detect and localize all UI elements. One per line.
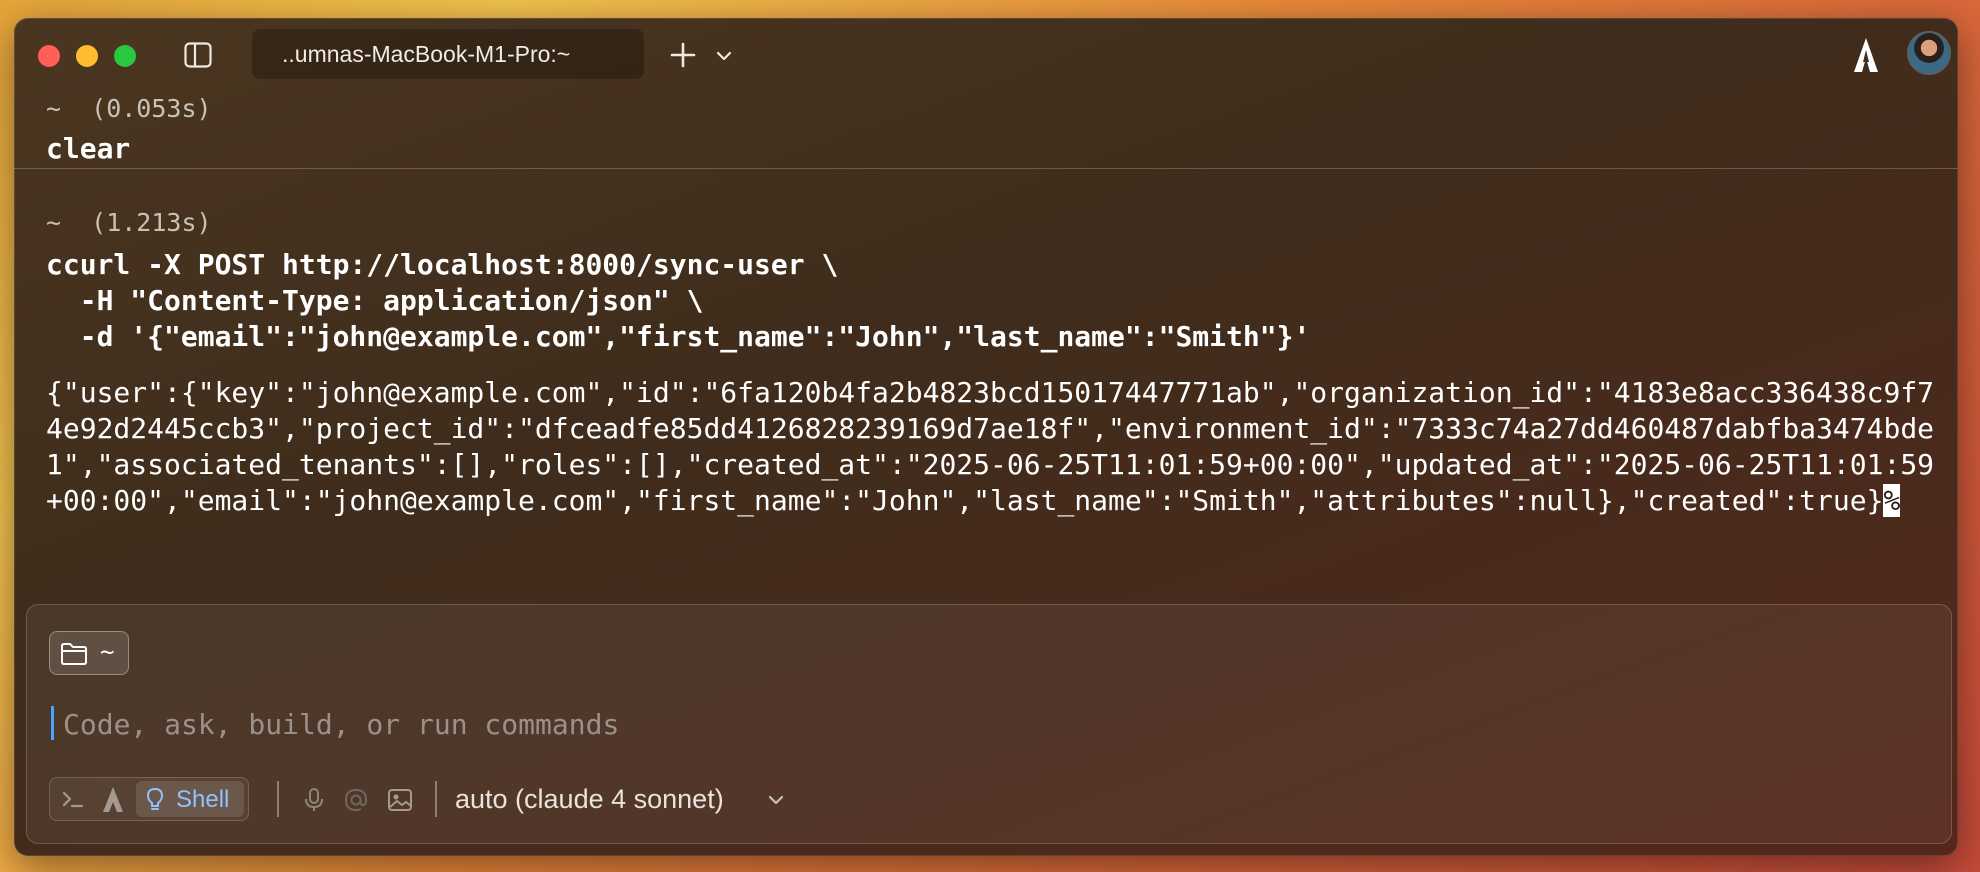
close-window-button[interactable] [38, 45, 60, 67]
title-bar: ..umnas-MacBook-M1-Pro:~ [14, 18, 1958, 90]
block-meta: ~ (1.213s) [46, 208, 212, 237]
toolbar-divider [277, 781, 279, 817]
shell-mode-label: Shell [176, 786, 230, 813]
avatar[interactable] [1908, 32, 1950, 74]
zoom-window-button[interactable] [114, 45, 136, 67]
plus-icon[interactable] [668, 40, 698, 70]
directory-chip[interactable]: ~ [49, 631, 129, 675]
lightbulb-icon [146, 787, 164, 810]
output-end-marker: % [1883, 484, 1901, 517]
tab-terminal[interactable]: ..umnas-MacBook-M1-Pro:~ [252, 29, 644, 79]
directory-label: ~ [100, 638, 115, 666]
command-output: {"user":{"key":"john@example.com","id":"… [46, 375, 1938, 519]
command-prompt-input[interactable] [61, 701, 1265, 747]
model-selector[interactable]: auto (claude 4 sonnet) [455, 779, 724, 819]
sidebar-toggle-icon[interactable] [184, 42, 212, 68]
folder-icon [61, 643, 87, 665]
microphone-icon[interactable] [301, 787, 327, 813]
command-line[interactable]: -d '{"email":"john@example.com","first_n… [46, 320, 1311, 353]
toolbar-divider [435, 781, 437, 817]
chevron-down-icon[interactable] [765, 789, 787, 811]
input-mode-switcher: Shell [49, 777, 249, 821]
minimize-window-button[interactable] [76, 45, 98, 67]
block-meta: ~ (0.053s) [46, 94, 212, 123]
tab-title: ..umnas-MacBook-M1-Pro:~ [282, 41, 571, 67]
output-text: {"user":{"key":"john@example.com","id":"… [46, 376, 1935, 517]
block-command[interactable]: clear [46, 132, 130, 165]
command-line[interactable]: -H "Content-Type: application/json" \ [46, 284, 704, 317]
text-cursor [51, 706, 54, 740]
block-divider [14, 168, 1958, 169]
shell-mode-button[interactable]: Shell [136, 781, 244, 817]
agent-logo-icon[interactable] [1852, 36, 1880, 74]
chevron-down-icon[interactable] [714, 46, 734, 66]
image-icon[interactable] [387, 787, 413, 813]
terminal-window: ..umnas-MacBook-M1-Pro:~ ~ (0.053s) clea… [14, 18, 1958, 856]
agent-mode-icon[interactable] [100, 784, 126, 814]
at-sign-icon[interactable] [343, 787, 369, 813]
command-input-panel: ~ Shell [26, 604, 1952, 844]
terminal-prompt-icon[interactable] [58, 784, 88, 814]
command-line[interactable]: ccurl -X POST http://localhost:8000/sync… [46, 248, 838, 281]
model-label: auto (claude 4 sonnet) [455, 784, 724, 814]
